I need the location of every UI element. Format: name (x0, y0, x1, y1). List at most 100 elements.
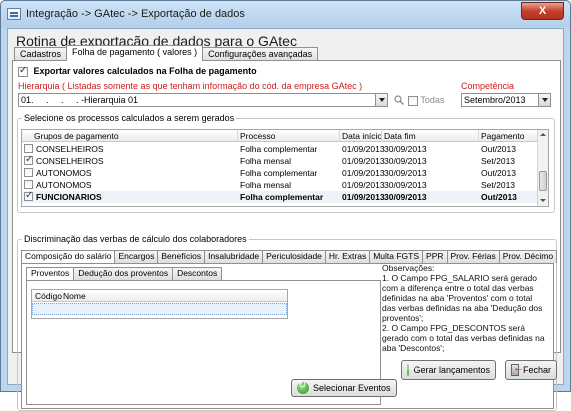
row-fim: 30/09/2013 (384, 168, 427, 178)
processes-group: Selecione os processos calculados a sere… (17, 113, 555, 213)
tab-configuracoes-avancadas[interactable]: Configurações avançadas (202, 47, 319, 61)
row-processo: Folha complementar (240, 168, 318, 178)
table-row[interactable]: AUTONOMOS Folha mensal 01/09/2013 30/09/… (22, 179, 538, 191)
tab-composicao-salario[interactable]: Composição do salário (21, 250, 116, 263)
tab-descontos[interactable]: Descontos (172, 267, 223, 280)
row-grupo: CONSELHEIROS (36, 156, 104, 166)
export-values-label: Exportar valores calculados na Folha de … (33, 66, 257, 76)
verbas-legend: Discriminação das verbas de cálculo dos … (22, 234, 249, 244)
folha-panel: Exportar valores calculados na Folha de … (12, 60, 561, 411)
row-processo: Folha mensal (240, 156, 292, 166)
exit-icon (511, 362, 524, 376)
col-nome[interactable]: Nome (63, 290, 86, 302)
row-checkbox[interactable] (24, 154, 33, 166)
row-inicio: 01/09/2013 (342, 192, 385, 202)
tab-beneficios[interactable]: Benefícios (157, 250, 206, 263)
row-checkbox[interactable] (24, 190, 33, 202)
scroll-down-icon[interactable] (538, 196, 548, 206)
table-row[interactable]: AUTONOMOS Folha complementar 01/09/2013 … (22, 167, 538, 179)
proventos-panel: Código Nome Selecionar Eventos (26, 280, 397, 405)
verbas-group: Discriminação das verbas de cálculo dos … (17, 234, 558, 411)
hierarchy-label: Hierarquia ( Listadas somente as que ten… (18, 81, 363, 91)
tab-cadastros[interactable]: Cadastros (14, 47, 68, 61)
events-grid-row[interactable] (32, 303, 287, 315)
observations-title: Observações: (382, 263, 435, 273)
chevron-down-icon[interactable] (375, 94, 387, 106)
app-icon (7, 8, 21, 20)
competencia-value: Setembro/2013 (464, 95, 526, 105)
row-fim: 30/09/2013 (384, 156, 427, 166)
col-grupos[interactable]: Grupos de pagamento (22, 130, 238, 142)
search-icon[interactable] (394, 95, 404, 105)
events-grid-header: Código Nome (32, 290, 287, 302)
table-row[interactable]: CONSELHEIROS Folha mensal 01/09/2013 30/… (22, 154, 538, 167)
tab-hr-extras[interactable]: Hr. Extras (324, 250, 371, 263)
export-values-checkbox[interactable] (18, 65, 28, 77)
hierarchy-value: 01. . . . -Hierarquia 01 (21, 95, 139, 105)
col-codigo[interactable]: Código (35, 290, 62, 302)
export-values-row: Exportar valores calculados na Folha de … (18, 65, 257, 77)
tab-proventos[interactable]: Proventos (26, 267, 75, 280)
tab-periculosidade[interactable]: Periculosidade (262, 250, 326, 263)
scroll-thumb[interactable] (539, 171, 547, 191)
tab-multa-fgts[interactable]: Multa FGTS (369, 250, 424, 263)
row-pagamento: Out/2013 (481, 144, 516, 154)
select-events-button[interactable]: Selecionar Eventos (291, 379, 397, 397)
close-window-button[interactable]: X (521, 2, 564, 20)
row-processo: Folha mensal (240, 180, 292, 190)
col-data-inicio[interactable]: Data início (340, 130, 382, 142)
main-tabs: Cadastros Folha de pagamento ( valores )… (14, 45, 319, 61)
generate-entries-label: Gerar lançamentos (413, 365, 490, 375)
processes-grid-header: Grupos de pagamento Processo Data início… (22, 130, 538, 142)
processes-legend: Selecione os processos calculados a sere… (22, 113, 237, 123)
tab-folha-pagamento[interactable]: Folha de pagamento ( valores ) (66, 45, 204, 61)
generate-entries-button[interactable]: Gerar lançamentos (401, 360, 496, 380)
row-inicio: 01/09/2013 (342, 168, 385, 178)
todas-checkbox[interactable] (408, 95, 418, 106)
hierarchy-select[interactable]: 01. . . . -Hierarquia 01 (18, 93, 388, 107)
close-label: Fechar (522, 365, 551, 375)
row-pagamento: Set/2013 (481, 180, 516, 190)
todas-option: Todas (408, 95, 444, 106)
title-bar[interactable]: Integração -> GAtec -> Exportação de dad… (1, 1, 570, 27)
observation-2: 2. O Campo FPG_DESCONTOS será gerado com… (382, 323, 545, 353)
app-window: Integração -> GAtec -> Exportação de dad… (0, 0, 571, 411)
row-processo: Folha complementar (240, 144, 318, 154)
row-inicio: 01/09/2013 (342, 180, 385, 190)
row-checkbox[interactable] (24, 180, 33, 189)
row-inicio: 01/09/2013 (342, 144, 385, 154)
row-grupo: AUTONOMOS (36, 180, 92, 190)
col-processo[interactable]: Processo (238, 130, 340, 142)
scroll-up-icon[interactable] (538, 130, 548, 140)
observations-note: Observações: 1. O Campo FPG_SALARIO será… (382, 263, 547, 353)
refresh-icon (407, 362, 419, 376)
processes-scrollbar[interactable] (537, 130, 548, 206)
tab-encargos[interactable]: Encargos (114, 250, 159, 263)
tab-prov-ferias[interactable]: Prov. Férias (446, 250, 500, 263)
row-fim: 30/09/2013 (384, 144, 427, 154)
window-title: Integração -> GAtec -> Exportação de dad… (26, 8, 245, 20)
row-fim: 30/09/2013 (384, 180, 427, 190)
events-grid: Código Nome (31, 289, 288, 319)
row-processo: Folha complementar (240, 192, 324, 202)
row-checkbox[interactable] (24, 168, 33, 177)
composicao-inner-tabs: Proventos Dedução dos proventos Desconto… (26, 267, 223, 280)
row-pagamento: Set/2013 (481, 156, 516, 166)
table-row[interactable]: FUNCIONARIOS Folha complementar 01/09/20… (22, 190, 538, 203)
competencia-select[interactable]: Setembro/2013 (461, 93, 551, 107)
tab-ppr[interactable]: PPR (422, 250, 448, 263)
row-checkbox[interactable] (24, 144, 33, 153)
chevron-down-icon[interactable] (538, 94, 550, 106)
competencia-label: Competência (461, 81, 515, 91)
row-grupo: CONSELHEIROS (36, 144, 104, 154)
verbas-tabs: Composição do salário Encargos Benefício… (21, 250, 558, 263)
tab-insalubridade[interactable]: Insalubridade (204, 250, 264, 263)
row-grupo: FUNCIONARIOS (36, 192, 102, 202)
close-button[interactable]: Fechar (505, 360, 557, 380)
client-area: Rotina de exportação de dados para o GAt… (7, 28, 564, 411)
tab-prov-decimo[interactable]: Prov. Décimo (498, 250, 558, 263)
col-data-fim[interactable]: Data fim (382, 130, 479, 142)
col-pagamento[interactable]: Pagamento (479, 130, 538, 142)
table-row[interactable]: CONSELHEIROS Folha complementar 01/09/20… (22, 143, 538, 155)
tab-deducao-proventos[interactable]: Dedução dos proventos (73, 267, 174, 280)
